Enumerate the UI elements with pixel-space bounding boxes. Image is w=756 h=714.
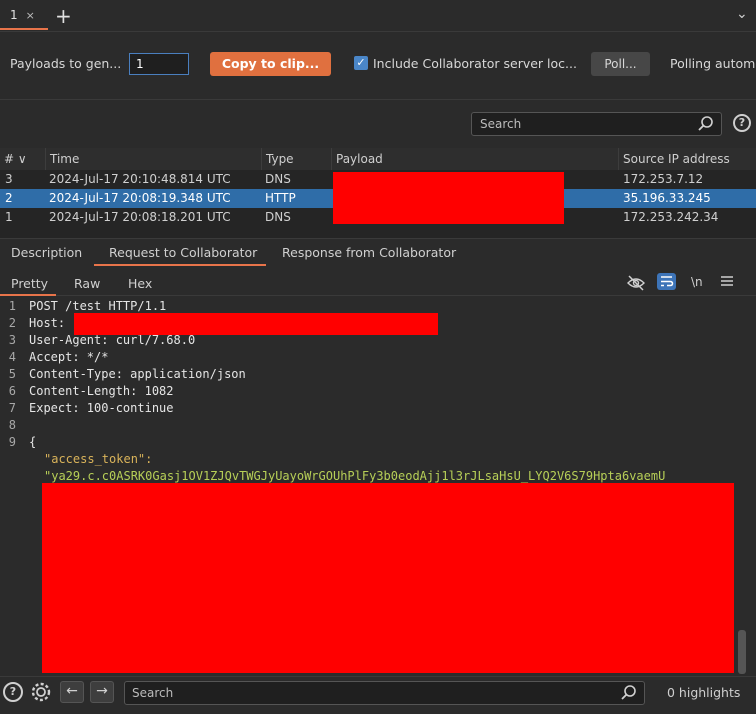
settings-gear-icon[interactable]: [30, 681, 52, 706]
column-header-time[interactable]: Time: [46, 148, 262, 170]
column-header-source-ip[interactable]: Source IP address: [619, 148, 756, 170]
line-number: 6: [8, 384, 16, 398]
tab-strip: [0, 0, 756, 32]
line-number: 3: [8, 333, 16, 347]
code-line: POST /test HTTP/1.1: [29, 299, 167, 313]
row-number: 3: [5, 172, 13, 186]
tab-1[interactable]: 1 ×: [0, 2, 48, 30]
sort-chevron-icon: ∨: [17, 152, 27, 166]
filter-search-input[interactable]: Search: [471, 112, 722, 136]
search-icon: [697, 115, 715, 136]
highlights-count: 0 highlights: [667, 685, 741, 700]
line-number: 7: [8, 401, 16, 415]
active-view-indicator: [0, 294, 56, 296]
active-tab-indicator: [94, 264, 266, 266]
help-icon[interactable]: ?: [3, 682, 23, 702]
line-number: 1: [8, 299, 16, 313]
menu-icon[interactable]: [720, 274, 734, 291]
line-number: 5: [8, 367, 16, 381]
chevron-down-icon[interactable]: ⌄: [736, 6, 748, 22]
include-server-label: Include Collaborator server loc...: [373, 56, 577, 71]
search-placeholder: Search: [480, 117, 522, 131]
copy-to-clipboard-button[interactable]: Copy to clip...: [210, 52, 331, 76]
code-line: Host:: [29, 316, 73, 330]
row-type: DNS: [265, 210, 291, 224]
code-line: Content-Type: application/json: [29, 367, 246, 381]
forward-arrow-icon[interactable]: →: [90, 681, 114, 703]
close-tab-icon[interactable]: ×: [26, 9, 35, 22]
scrollbar-thumb[interactable]: [738, 630, 746, 674]
redacted-host-block: [74, 313, 438, 335]
search-placeholder: Search: [132, 686, 174, 700]
add-tab-icon[interactable]: +: [55, 4, 72, 28]
row-source-ip: 35.196.33.245: [623, 191, 711, 205]
code-line: {: [29, 435, 37, 449]
code-line: Accept: */*: [29, 350, 109, 364]
tab-response-from-collaborator[interactable]: Response from Collaborator: [282, 245, 456, 260]
column-header-number[interactable]: # ∨: [0, 148, 46, 170]
row-source-ip: 172.253.7.12: [623, 172, 704, 186]
payloads-label: Payloads to gen...: [10, 56, 122, 71]
back-arrow-icon[interactable]: ←: [60, 681, 84, 703]
column-header-type[interactable]: Type: [262, 148, 332, 170]
hide-nonprintable-icon[interactable]: [627, 275, 645, 294]
line-number: 4: [8, 350, 16, 364]
row-type: DNS: [265, 172, 291, 186]
row-number: 1: [5, 210, 13, 224]
code-line: Content-Length: 1082: [29, 384, 174, 398]
payload-count-input[interactable]: 1: [129, 53, 189, 75]
editor-search-input[interactable]: Search: [124, 681, 645, 705]
line-number: 8: [8, 418, 16, 432]
code-line: User-Agent: curl/7.68.0: [29, 333, 196, 347]
show-newlines-icon[interactable]: \n: [691, 275, 703, 289]
json-key: "access_token":: [44, 452, 153, 466]
line-number: 2: [8, 316, 16, 330]
line-number: 9: [8, 435, 16, 449]
poll-now-button[interactable]: Poll...: [591, 52, 650, 76]
tab-label: 1: [10, 8, 18, 22]
tab-request-to-collaborator[interactable]: Request to Collaborator: [109, 245, 257, 260]
row-type: HTTP: [265, 191, 296, 205]
redacted-body-block: [42, 483, 734, 673]
row-time: 2024-Jul-17 20:08:18.201 UTC: [49, 210, 231, 224]
tab-pretty[interactable]: Pretty: [11, 276, 48, 291]
include-server-checkbox[interactable]: ✓: [354, 56, 368, 70]
code-line: Expect: 100-continue: [29, 401, 174, 415]
editor-scrollbar[interactable]: [738, 297, 748, 675]
tab-description[interactable]: Description: [11, 245, 82, 260]
help-icon[interactable]: ?: [733, 114, 751, 132]
row-source-ip: 172.253.242.34: [623, 210, 719, 224]
redacted-payload-block: [333, 172, 564, 224]
json-string-value: "ya29.c.c0ASRK0Gasj1OV1ZJQvTWGJyUayoWrGO…: [44, 469, 666, 483]
row-number: 2: [5, 191, 13, 205]
tab-hex[interactable]: Hex: [128, 276, 152, 291]
word-wrap-icon[interactable]: [657, 273, 676, 290]
search-icon: [620, 684, 638, 705]
row-time: 2024-Jul-17 20:08:19.348 UTC: [49, 191, 231, 205]
row-time: 2024-Jul-17 20:10:48.814 UTC: [49, 172, 231, 186]
polling-automatic-label: Polling automa: [670, 56, 756, 71]
column-header-payload[interactable]: Payload: [332, 148, 619, 170]
tab-raw[interactable]: Raw: [74, 276, 100, 291]
